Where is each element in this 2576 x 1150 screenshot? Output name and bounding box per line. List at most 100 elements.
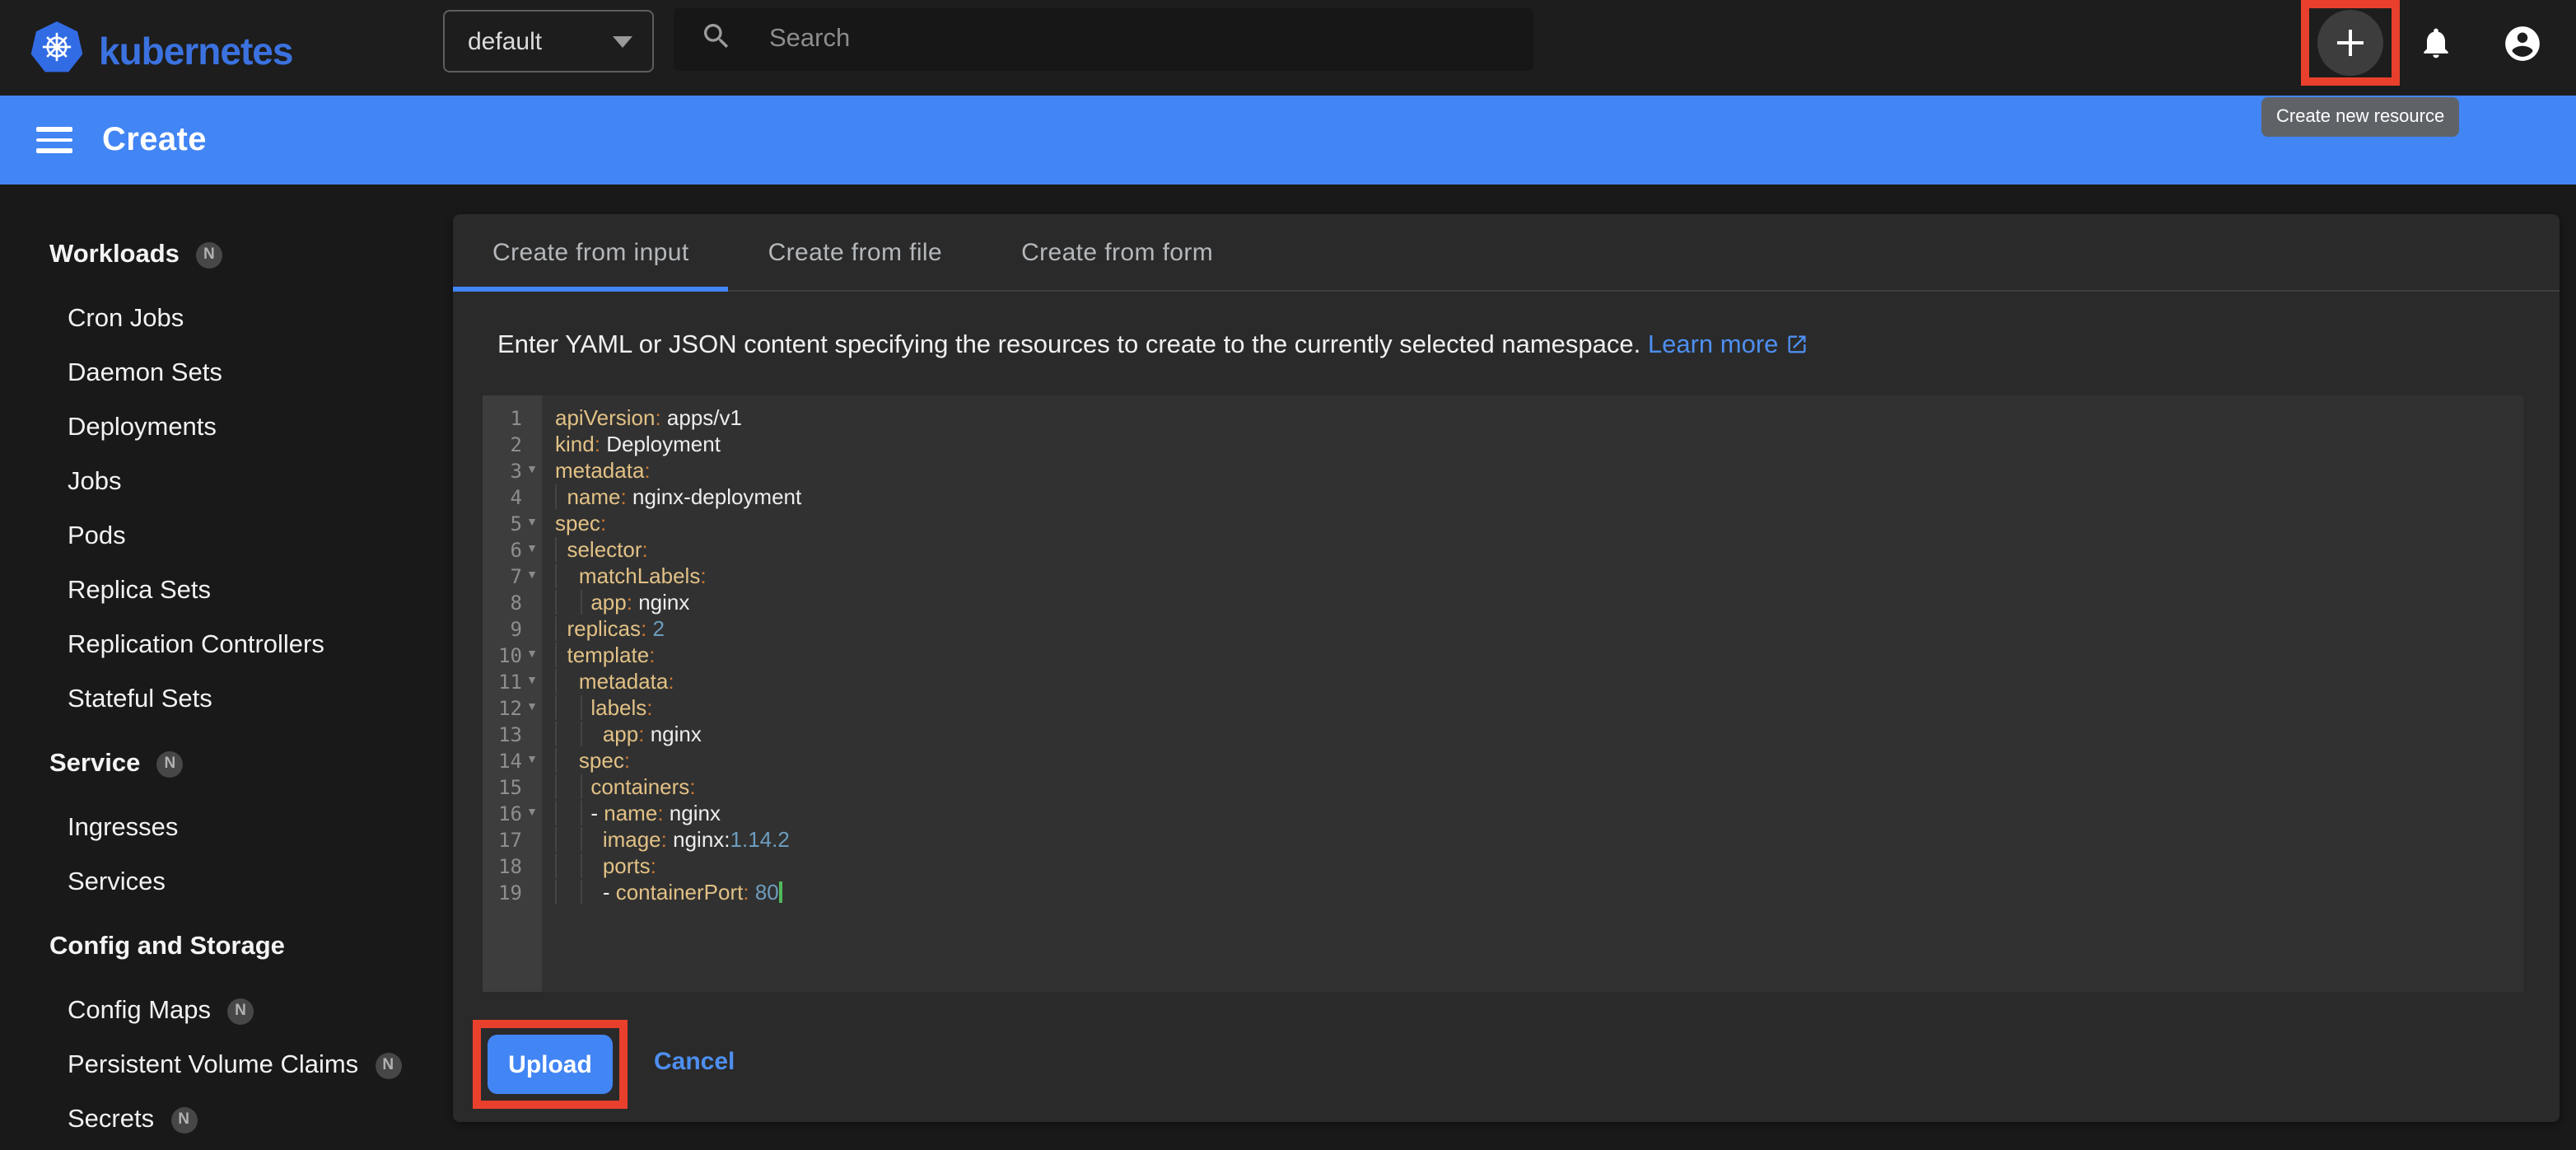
code-line-19: - containerPort: 80 (555, 880, 2523, 906)
gutter-line-10: 10▼ (483, 643, 542, 669)
sidebar-item-label: Config Maps (68, 996, 211, 1026)
code-line-17: image: nginx:1.14.2 (555, 827, 2523, 853)
sidebar-item-persistent-volume-claims[interactable]: Persistent Volume ClaimsN (0, 1038, 453, 1092)
sidebar-section-workloads[interactable]: Workloads N (0, 227, 453, 282)
code-line-10: template: (555, 643, 2523, 669)
sidebar-section-label: Config and Storage (49, 932, 285, 961)
sidebar-item-replication-controllers[interactable]: Replication Controllers (0, 618, 453, 672)
fold-arrow-icon[interactable]: ▼ (522, 669, 542, 695)
menu-button[interactable] (36, 127, 72, 153)
notifications-button[interactable] (2400, 0, 2472, 86)
sidebar-nav: Workloads N Cron Jobs Daemon Sets Deployment… (0, 185, 453, 1150)
sidebar-item-label: Replication Controllers (68, 630, 324, 660)
code-line-12: labels: (555, 695, 2523, 722)
code-line-13: app: nginx (555, 722, 2523, 748)
code-line-4: name: nginx-deployment (555, 484, 2523, 511)
kubernetes-dashboard: kubernetes default Search (0, 0, 2576, 1150)
user-avatar-icon (2501, 22, 2542, 63)
sidebar-item-deployments[interactable]: Deployments (0, 400, 453, 455)
namespaced-badge: N (196, 241, 222, 268)
app-bar: Create (0, 96, 2576, 185)
fold-arrow-icon[interactable]: ▼ (522, 537, 542, 563)
fold-arrow-icon[interactable]: ▼ (522, 748, 542, 774)
sidebar-section-service[interactable]: Service N (0, 736, 453, 791)
code-line-6: selector: (555, 537, 2523, 563)
sidebar-section-config-and-storage[interactable]: Config and Storage (0, 919, 453, 974)
gutter-line-8: 8 (483, 590, 542, 616)
code-line-16: - name: nginx (555, 801, 2523, 827)
code-line-2: kind: Deployment (555, 432, 2523, 458)
text-cursor (779, 881, 782, 903)
gutter-line-9: 9 (483, 616, 542, 643)
fold-arrow-icon[interactable]: ▼ (522, 643, 542, 669)
search-icon (700, 19, 733, 60)
tab-create-from-file[interactable]: Create from file (729, 214, 982, 290)
code-line-15: containers: (555, 774, 2523, 801)
tab-create-from-input[interactable]: Create from input (453, 214, 729, 290)
sidebar-item-replica-sets[interactable]: Replica Sets (0, 563, 453, 618)
create-card: Create from inputCreate from fileCreate … (453, 214, 2560, 1122)
sidebar-item-cron-jobs[interactable]: Cron Jobs (0, 292, 453, 346)
account-button[interactable] (2485, 0, 2558, 86)
search-input[interactable]: Search (674, 8, 1533, 71)
sidebar-item-daemon-sets[interactable]: Daemon Sets (0, 346, 453, 400)
code-line-18: ports: (555, 853, 2523, 880)
gutter-line-4: 4 (483, 484, 542, 511)
gutter-line-17: 17 (483, 827, 542, 853)
sidebar-item-pods[interactable]: Pods (0, 509, 453, 563)
fold-arrow-icon[interactable]: ▼ (522, 511, 542, 537)
gutter-line-11: 11▼ (483, 669, 542, 695)
sidebar-item-label: Deployments (68, 413, 217, 442)
top-bar: kubernetes default Search (0, 0, 2576, 96)
kubernetes-logo[interactable]: kubernetes (30, 20, 292, 82)
fold-arrow-icon[interactable]: ▼ (522, 458, 542, 484)
sidebar-section-label: Service (49, 749, 140, 778)
sidebar-item-secrets[interactable]: SecretsN (0, 1092, 453, 1147)
editor-code: apiVersion: apps/v1kind: Deploymentmetad… (542, 395, 2523, 992)
namespace-value: default (468, 27, 542, 55)
namespaced-badge: N (156, 750, 183, 777)
gutter-line-15: 15 (483, 774, 542, 801)
gutter-line-19: 19 (483, 880, 542, 906)
sidebar-item-jobs[interactable]: Jobs (0, 455, 453, 509)
upload-button[interactable]: Upload (488, 1035, 613, 1094)
sidebar-item-ingresses[interactable]: Ingresses (0, 801, 453, 855)
sidebar-item-services[interactable]: Services (0, 855, 453, 909)
fold-arrow-icon[interactable]: ▼ (522, 695, 542, 722)
kubernetes-logo-icon (30, 20, 84, 82)
code-line-1: apiVersion: apps/v1 (555, 405, 2523, 432)
code-line-7: matchLabels: (555, 563, 2523, 590)
sidebar-item-label: Jobs (68, 467, 122, 497)
sidebar-item-label: Replica Sets (68, 576, 211, 605)
code-line-5: spec: (555, 511, 2523, 537)
namespace-select[interactable]: default (443, 10, 654, 72)
gutter-line-5: 5▼ (483, 511, 542, 537)
gutter-line-7: 7▼ (483, 563, 542, 590)
fold-arrow-icon[interactable]: ▼ (522, 801, 542, 827)
editor-gutter: 123▼45▼6▼7▼8910▼11▼12▼1314▼1516▼171819 (483, 395, 542, 992)
code-line-8: app: nginx (555, 590, 2523, 616)
description-text: Enter YAML or JSON content specifying th… (497, 331, 1640, 359)
gutter-line-12: 12▼ (483, 695, 542, 722)
sidebar-item-stateful-sets[interactable]: Stateful Sets (0, 672, 453, 727)
learn-more-link[interactable]: Learn more (1648, 331, 1808, 359)
code-line-9: replicas: 2 (555, 616, 2523, 643)
gutter-line-13: 13 (483, 722, 542, 748)
sidebar-item-label: Services (68, 867, 166, 897)
plus-icon (2331, 23, 2370, 63)
cancel-button[interactable]: Cancel (654, 1048, 735, 1076)
gutter-line-6: 6▼ (483, 537, 542, 563)
yaml-editor[interactable]: 123▼45▼6▼7▼8910▼11▼12▼1314▼1516▼171819 a… (483, 395, 2523, 992)
add-resource-button[interactable] (2317, 10, 2383, 76)
brand-wordmark: kubernetes (99, 29, 292, 73)
gutter-line-16: 16▼ (483, 801, 542, 827)
sidebar-item-label: Cron Jobs (68, 304, 184, 334)
namespaced-badge: N (227, 998, 254, 1024)
fold-arrow-icon[interactable]: ▼ (522, 563, 542, 590)
sidebar-section-label: Workloads (49, 240, 180, 269)
sidebar-item-config-maps[interactable]: Config Maps N (0, 984, 453, 1038)
sidebar-item-label: Secrets (68, 1105, 154, 1134)
tab-create-from-form[interactable]: Create from form (982, 214, 1253, 290)
sidebar-item-label: Ingresses (68, 813, 178, 843)
sidebar-item-label: Pods (68, 521, 126, 551)
